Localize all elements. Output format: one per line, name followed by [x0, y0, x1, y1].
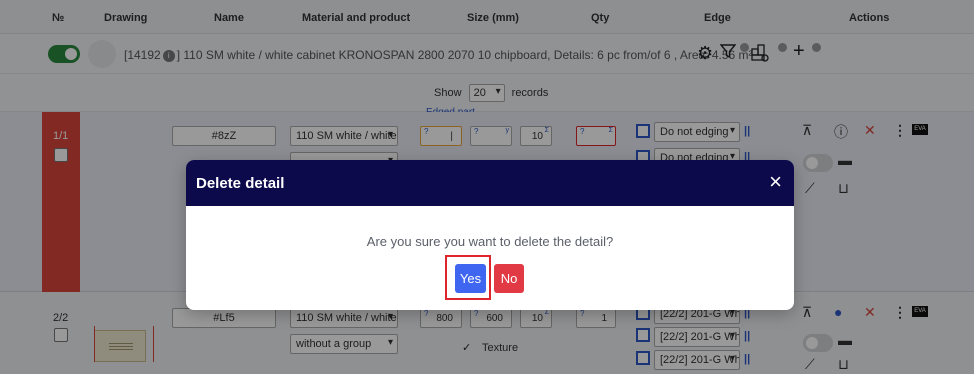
- dialog-header: Delete detail ×: [186, 160, 794, 206]
- dialog-title: Delete detail: [196, 175, 285, 192]
- delete-detail-dialog: Delete detail × Are you sure you want to…: [186, 160, 794, 310]
- no-button[interactable]: No: [494, 264, 524, 293]
- details-page: № Drawing Name Material and product Size…: [0, 0, 974, 374]
- close-icon[interactable]: ×: [769, 170, 782, 194]
- yes-button[interactable]: Yes: [455, 264, 486, 293]
- dialog-question: Are you sure you want to delete the deta…: [366, 234, 614, 249]
